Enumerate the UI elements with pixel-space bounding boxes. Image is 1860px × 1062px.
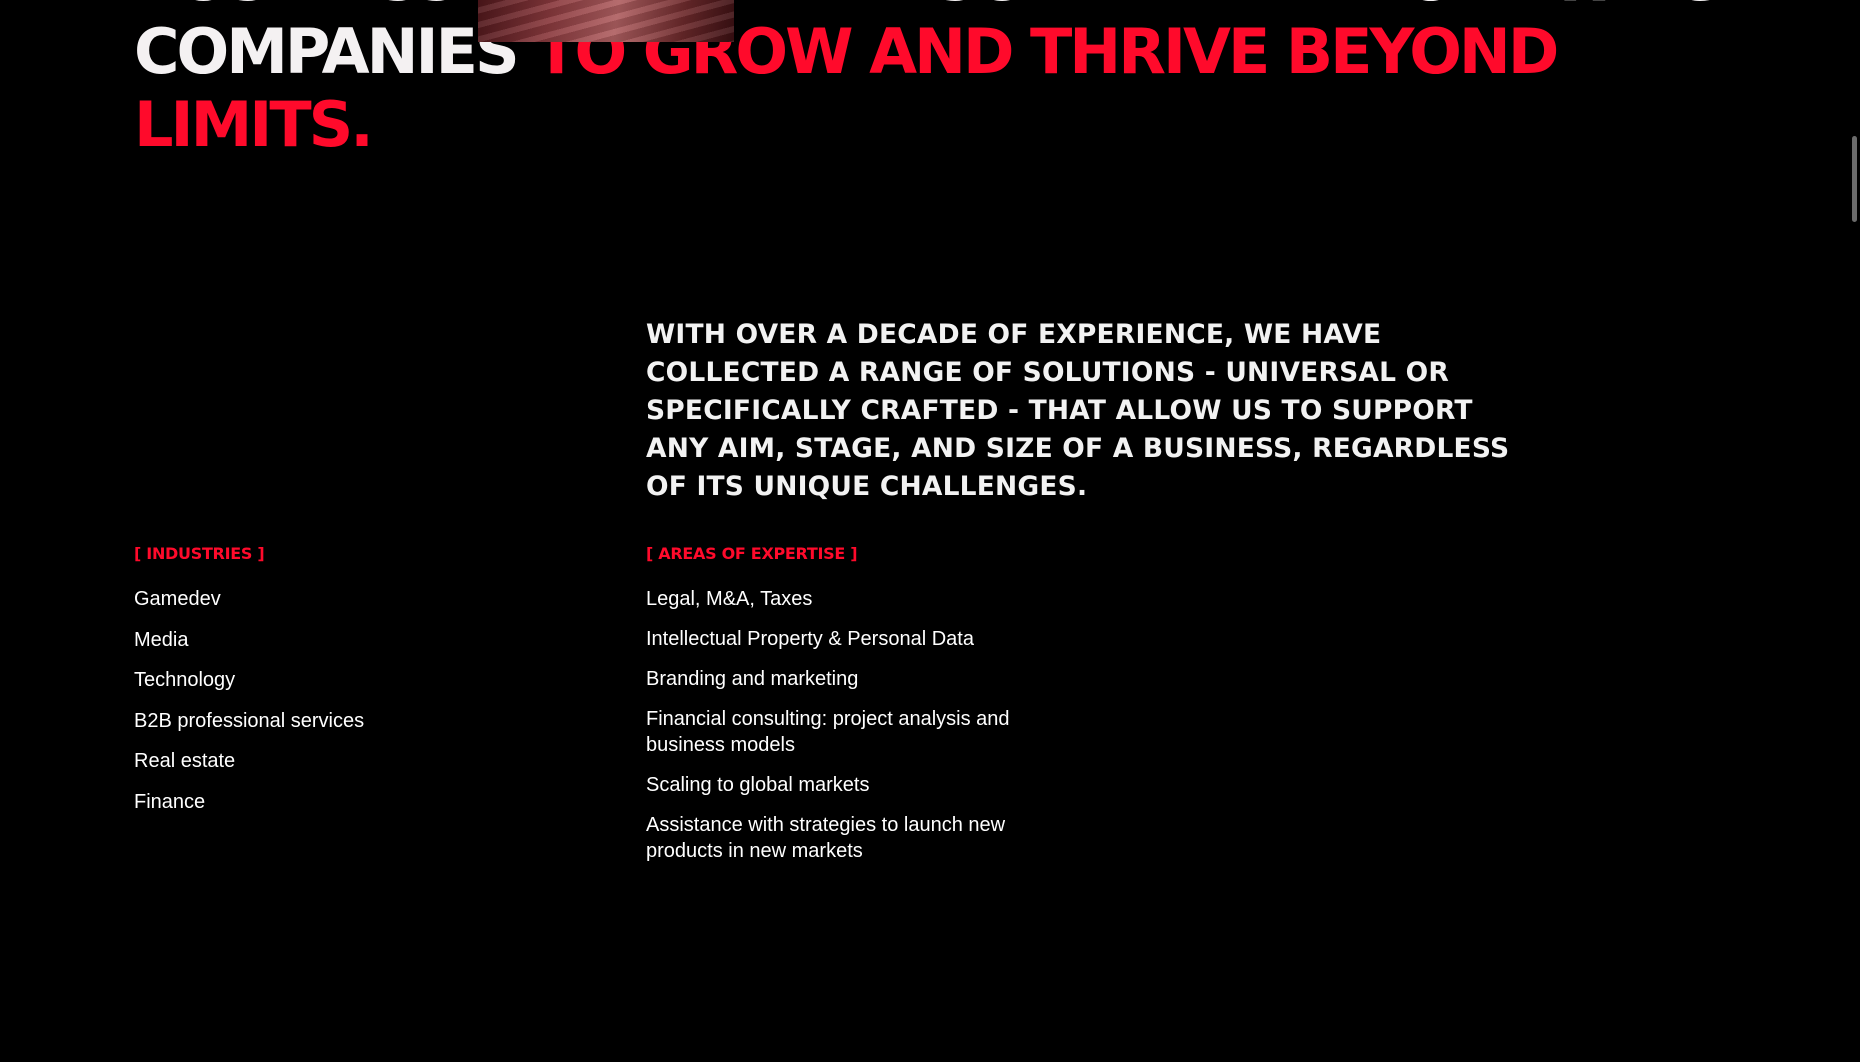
industries-heading-label: Industries: [146, 544, 253, 563]
industries-list: Gamedev Media Technology B2B professiona…: [134, 586, 554, 815]
hero-text-landscape: landscape by empowering: [754, 0, 1723, 15]
industries-bracket-close: ]: [257, 544, 265, 563]
expertise-item: Assistance with strategies to launch new…: [646, 814, 1006, 862]
expertise-item: Scaling to global markets: [646, 774, 870, 796]
industry-item: Technology: [134, 669, 236, 691]
industry-item: Media: [134, 628, 189, 651]
expertise-bracket-open: [: [646, 544, 654, 563]
hero-text-companies: companies: [134, 15, 520, 88]
expertise-list: Legal, M&A, Taxes Intellectual Property …: [646, 586, 1066, 864]
page: Business landscape by empowering companie…: [0, 0, 1860, 1062]
industry-item: B2B professional services: [134, 709, 365, 732]
hero-line-3: limits.: [134, 88, 1694, 161]
expertise-heading: [ Areas of expertise ]: [646, 542, 1066, 566]
hero-text-business: Business: [134, 0, 459, 15]
expertise-section: [ Areas of expertise ] Legal, M&A, Taxes…: [646, 542, 1066, 878]
hero-text-limits: limits.: [134, 88, 374, 161]
hero-heading: Business landscape by empowering companie…: [134, 0, 1723, 161]
industries-heading: [ Industries ]: [134, 542, 554, 566]
industry-item: Finance: [134, 790, 206, 813]
industries-bracket-open: [: [134, 544, 142, 563]
expertise-item: Branding and marketing: [646, 668, 859, 690]
expertise-bracket-close: ]: [850, 544, 858, 563]
hero-line-2: companies to grow and thrive beyond: [134, 15, 1694, 88]
expertise-heading-label: Areas of expertise: [658, 544, 845, 563]
expertise-item: Intellectual Property & Personal Data: [646, 628, 974, 650]
page-scrollbar[interactable]: [1848, 0, 1860, 1062]
scrollbar-thumb[interactable]: [1852, 136, 1857, 222]
hero-line-1: Business landscape by empowering: [134, 0, 1723, 42]
expertise-item: Financial consulting: project analysis a…: [646, 708, 1010, 756]
industry-item: Real estate: [134, 750, 236, 772]
industry-item: Gamedev: [134, 588, 221, 610]
expertise-item: Legal, M&A, Taxes: [646, 588, 813, 610]
hero-inline-image: [478, 0, 735, 42]
industries-section: [ Industries ] Gamedev Media Technology …: [134, 542, 554, 829]
intro-paragraph: With over a decade of experience, we hav…: [646, 319, 1510, 502]
